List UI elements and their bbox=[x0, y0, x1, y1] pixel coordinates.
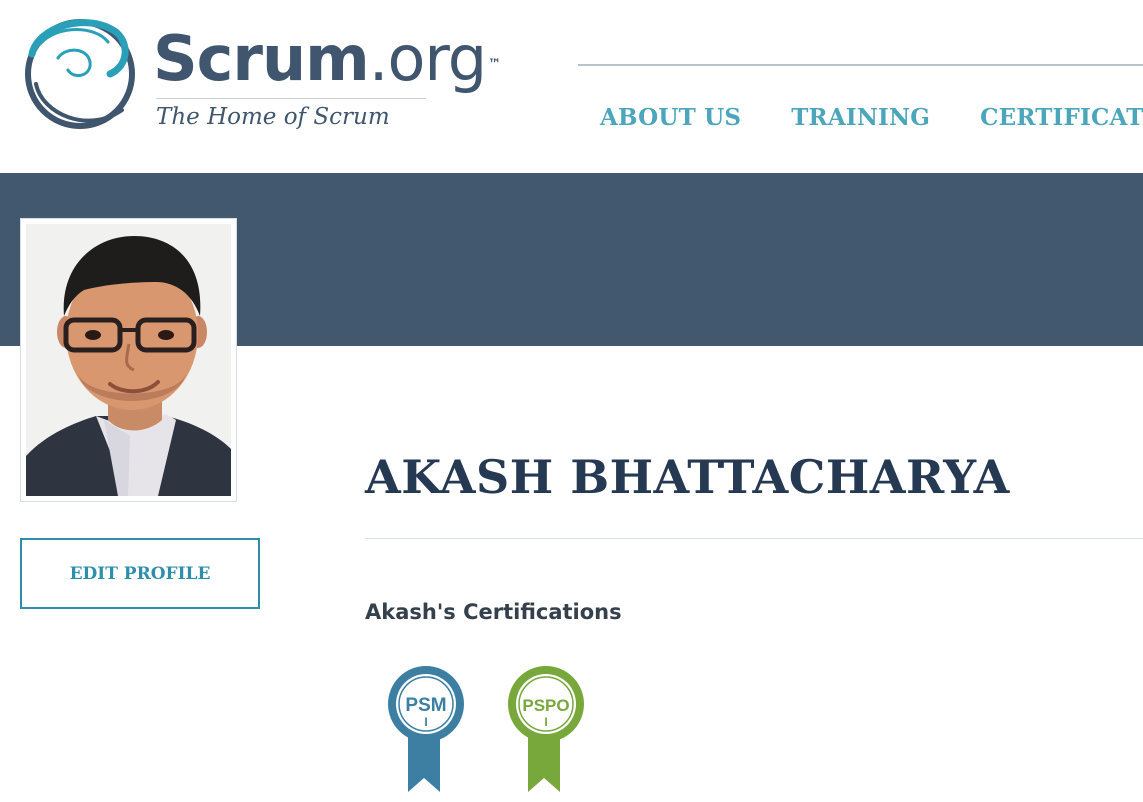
edit-profile-button[interactable]: EDIT PROFILE bbox=[20, 538, 260, 609]
logo-brand-primary: Scrum bbox=[153, 22, 370, 95]
logo-tagline: The Home of Scrum bbox=[156, 104, 390, 130]
profile-photo bbox=[26, 224, 231, 496]
site-header: Scrum.org ™ The Home of Scrum ABOUT US TR… bbox=[0, 0, 1143, 173]
nav-about-us[interactable]: ABOUT US bbox=[600, 104, 741, 131]
pspo-i-badge[interactable]: PSPO I bbox=[506, 664, 586, 794]
name-divider bbox=[365, 538, 1143, 539]
logo-trademark: ™ bbox=[488, 57, 501, 72]
logo-circle-icon bbox=[25, 19, 135, 129]
psm-badge-abbr: PSM bbox=[405, 695, 446, 716]
nav-certification[interactable]: CERTIFICATION bbox=[980, 104, 1143, 131]
psm-i-badge[interactable]: PSM I bbox=[386, 664, 466, 794]
profile-name: AKASH BHATTACHARYA bbox=[365, 450, 1010, 504]
certifications-heading: Akash's Certifications bbox=[365, 600, 622, 624]
psm-badge-level: I bbox=[424, 715, 427, 729]
profile-photo-frame bbox=[20, 218, 237, 502]
nav-divider bbox=[578, 64, 1143, 66]
nav-training[interactable]: TRAINING bbox=[791, 104, 930, 131]
logo-wordmark: Scrum.org ™ bbox=[153, 28, 501, 90]
logo-divider bbox=[156, 98, 426, 99]
pspo-badge-abbr: PSPO bbox=[522, 696, 569, 715]
pspo-badge-level: I bbox=[544, 715, 547, 729]
logo-brand-secondary: .org bbox=[368, 22, 487, 95]
scrum-org-logo[interactable]: Scrum.org ™ The Home of Scrum bbox=[18, 14, 501, 139]
main-nav: ABOUT US TRAINING CERTIFICATION bbox=[600, 104, 1143, 131]
